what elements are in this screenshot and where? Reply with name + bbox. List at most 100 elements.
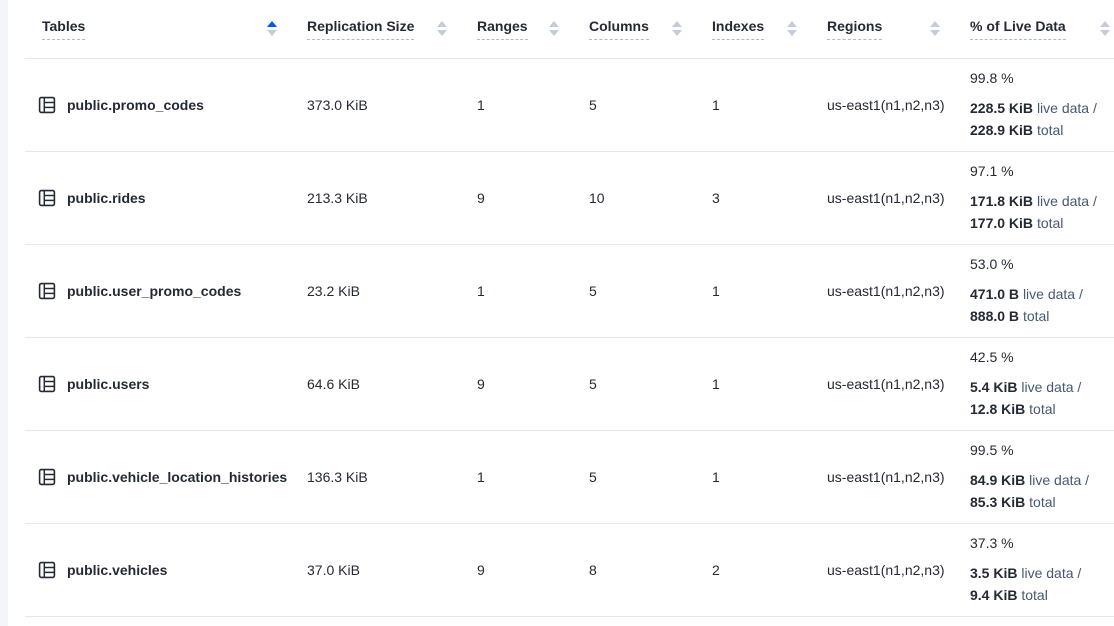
table-icon — [38, 282, 56, 300]
table-icon — [38, 468, 56, 486]
total-data-size: 888.0 B — [970, 308, 1019, 324]
live-data-size: 84.9 KiB — [970, 472, 1025, 488]
columns-cell: 5 — [577, 337, 700, 430]
total-data-suffix: total — [1021, 587, 1047, 603]
table-icon — [38, 96, 56, 114]
total-data-size: 228.9 KiB — [970, 122, 1033, 138]
table-icon — [38, 375, 56, 393]
ranges-cell: 1 — [465, 58, 577, 151]
table-name-link[interactable]: public.users — [67, 376, 149, 392]
table-row: public.promo_codes 373.0 KiB 1 5 1 us-ea… — [25, 58, 1114, 151]
table-name-link[interactable]: public.promo_codes — [67, 97, 204, 113]
regions-cell: us-east1(n1,n2,n3) — [815, 244, 958, 337]
table-icon — [38, 189, 56, 207]
table-name-link[interactable]: public.rides — [67, 190, 146, 206]
live-data-cell: 99.5 % 84.9 KiB live data / 85.3 KiB tot… — [958, 430, 1114, 523]
column-header-tables[interactable]: Tables — [25, 0, 295, 58]
indexes-cell: 1 — [700, 244, 815, 337]
column-header-columns[interactable]: Columns — [577, 0, 700, 58]
ranges-cell: 1 — [465, 244, 577, 337]
live-data-cell: 53.0 % 471.0 B live data / 888.0 B total — [958, 244, 1114, 337]
total-data-suffix: total — [1023, 308, 1049, 324]
column-header-regions[interactable]: Regions — [815, 0, 958, 58]
column-header-live-data[interactable]: % of Live Data — [958, 0, 1114, 58]
total-data-suffix: total — [1029, 494, 1055, 510]
live-data-suffix: live data / — [1029, 472, 1089, 488]
column-header-tables-label: Tables — [42, 18, 85, 40]
live-percent: 99.5 % — [970, 440, 1108, 461]
column-header-columns-label: Columns — [589, 18, 649, 40]
column-header-indexes[interactable]: Indexes — [700, 0, 815, 58]
table-name-cell: public.promo_codes — [25, 58, 295, 151]
live-percent: 97.1 % — [970, 161, 1108, 182]
live-data-size: 171.8 KiB — [970, 193, 1033, 209]
total-data-size: 177.0 KiB — [970, 215, 1033, 231]
ranges-cell: 9 — [465, 337, 577, 430]
live-data-cell: 99.8 % 228.5 KiB live data / 228.9 KiB t… — [958, 58, 1114, 151]
live-data-suffix: live data / — [1037, 193, 1097, 209]
table-name-link[interactable]: public.vehicle_location_histories — [67, 469, 287, 485]
live-percent: 37.3 % — [970, 533, 1108, 554]
column-header-ranges[interactable]: Ranges — [465, 0, 577, 58]
live-data-cell: 97.1 % 171.8 KiB live data / 177.0 KiB t… — [958, 151, 1114, 244]
live-percent: 53.0 % — [970, 254, 1108, 275]
table-name-link[interactable]: public.vehicles — [67, 562, 167, 578]
replication-size-cell: 213.3 KiB — [295, 151, 465, 244]
column-header-ranges-label: Ranges — [477, 18, 528, 40]
sort-icon[interactable] — [930, 21, 940, 36]
sort-icon[interactable] — [672, 21, 682, 36]
table-row: public.user_promo_codes 23.2 KiB 1 5 1 u… — [25, 244, 1114, 337]
indexes-cell: 1 — [700, 430, 815, 523]
columns-cell: 5 — [577, 430, 700, 523]
regions-cell: us-east1(n1,n2,n3) — [815, 337, 958, 430]
total-data-size: 9.4 KiB — [970, 587, 1017, 603]
table-name-cell: public.vehicles — [25, 523, 295, 616]
tables-list-panel: Tables Replication Size Ranges — [25, 0, 1114, 617]
replication-size-cell: 373.0 KiB — [295, 58, 465, 151]
column-header-replication-size-label: Replication Size — [307, 18, 414, 40]
live-percent: 42.5 % — [970, 347, 1108, 368]
live-percent: 99.8 % — [970, 68, 1108, 89]
sort-icon[interactable] — [1100, 21, 1110, 36]
regions-cell: us-east1(n1,n2,n3) — [815, 151, 958, 244]
ranges-cell: 9 — [465, 151, 577, 244]
live-data-size: 5.4 KiB — [970, 379, 1017, 395]
live-data-cell: 42.5 % 5.4 KiB live data / 12.8 KiB tota… — [958, 337, 1114, 430]
live-data-size: 3.5 KiB — [970, 565, 1017, 581]
live-data-suffix: live data / — [1023, 286, 1083, 302]
live-data-size: 471.0 B — [970, 286, 1019, 302]
column-header-indexes-label: Indexes — [712, 18, 764, 40]
table-row: public.vehicle_location_histories 136.3 … — [25, 430, 1114, 523]
sort-icon[interactable] — [549, 21, 559, 36]
table-name-cell: public.users — [25, 337, 295, 430]
live-data-cell: 37.3 % 3.5 KiB live data / 9.4 KiB total — [958, 523, 1114, 616]
live-data-suffix: live data / — [1021, 565, 1081, 581]
total-data-size: 85.3 KiB — [970, 494, 1025, 510]
sort-icon[interactable] — [437, 21, 447, 36]
replication-size-cell: 64.6 KiB — [295, 337, 465, 430]
page-left-gutter — [0, 0, 8, 626]
regions-cell: us-east1(n1,n2,n3) — [815, 430, 958, 523]
sort-icon[interactable] — [787, 21, 797, 36]
table-icon — [38, 561, 56, 579]
database-tables-table: Tables Replication Size Ranges — [25, 0, 1114, 617]
columns-cell: 5 — [577, 244, 700, 337]
table-name-cell: public.user_promo_codes — [25, 244, 295, 337]
ranges-cell: 1 — [465, 430, 577, 523]
total-data-size: 12.8 KiB — [970, 401, 1025, 417]
table-header-row: Tables Replication Size Ranges — [25, 0, 1114, 58]
columns-cell: 10 — [577, 151, 700, 244]
columns-cell: 8 — [577, 523, 700, 616]
table-row: public.users 64.6 KiB 9 5 1 us-east1(n1,… — [25, 337, 1114, 430]
total-data-suffix: total — [1029, 401, 1055, 417]
sort-ascending-icon[interactable] — [267, 21, 277, 36]
table-name-link[interactable]: public.user_promo_codes — [67, 283, 241, 299]
table-row: public.vehicles 37.0 KiB 9 8 2 us-east1(… — [25, 523, 1114, 616]
column-header-replication-size[interactable]: Replication Size — [295, 0, 465, 58]
live-data-suffix: live data / — [1037, 100, 1097, 116]
regions-cell: us-east1(n1,n2,n3) — [815, 58, 958, 151]
indexes-cell: 2 — [700, 523, 815, 616]
total-data-suffix: total — [1037, 215, 1063, 231]
columns-cell: 5 — [577, 58, 700, 151]
total-data-suffix: total — [1037, 122, 1063, 138]
